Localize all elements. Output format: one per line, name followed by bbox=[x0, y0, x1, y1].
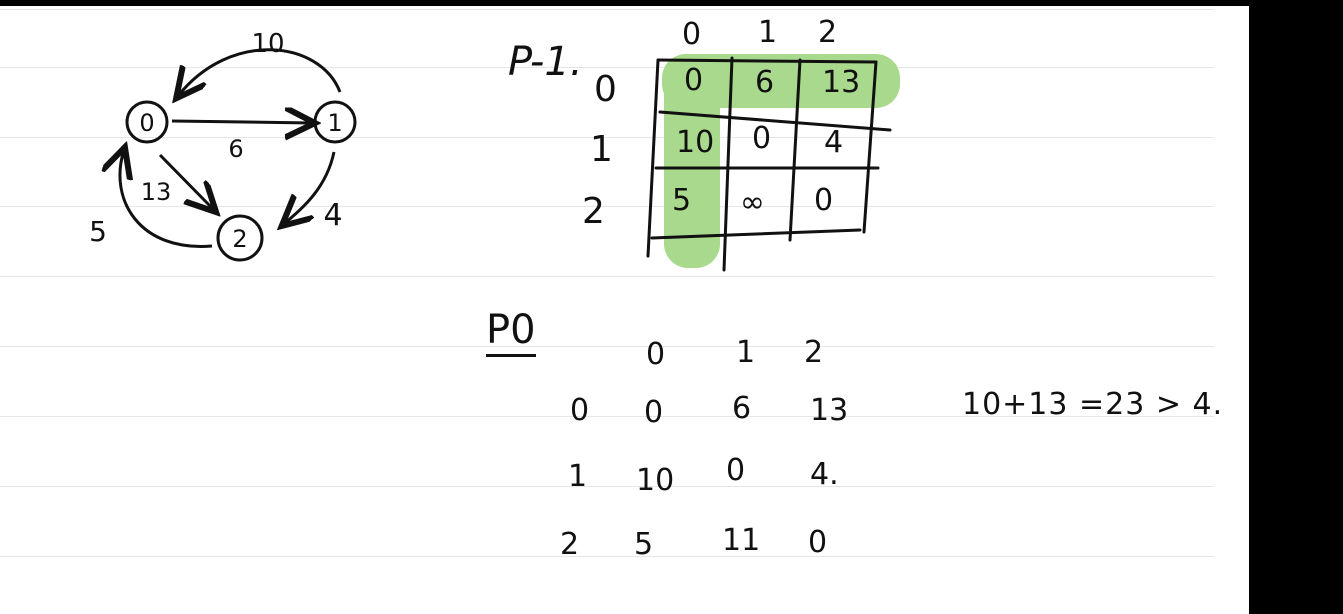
matrix-cell: 4 bbox=[824, 125, 844, 160]
row-header: 2 bbox=[560, 527, 580, 562]
matrix-cell: 0 bbox=[752, 121, 772, 156]
annotation-note: 10+13 =23 > 4. bbox=[962, 387, 1224, 422]
matrix-cell: 5 bbox=[634, 527, 654, 562]
column-header: 1 bbox=[736, 335, 756, 370]
row-header: 1 bbox=[568, 459, 588, 494]
matrix-cell: 10 bbox=[636, 463, 675, 498]
matrix-cell: 0 bbox=[684, 63, 704, 98]
matrix-title-text: P0 bbox=[486, 310, 536, 357]
matrix-cell: 5 bbox=[672, 183, 692, 218]
matrix-cell: ∞ bbox=[740, 185, 765, 220]
matrix-cell: 13 bbox=[810, 393, 849, 428]
matrix-cell: 4. bbox=[810, 457, 839, 492]
matrix-cell: 0 bbox=[808, 525, 828, 560]
matrix-cell: 10 bbox=[676, 125, 715, 160]
matrix-cell: 0 bbox=[726, 453, 746, 488]
matrix-cell: 6 bbox=[732, 391, 752, 426]
matrix-cell: 13 bbox=[822, 65, 861, 100]
matrix-cell: 0 bbox=[644, 395, 664, 430]
matrix-title-p0: P0 bbox=[486, 310, 536, 357]
p-minus1-grid bbox=[646, 56, 892, 272]
row-header: 0 bbox=[570, 393, 590, 428]
column-header: 0 bbox=[646, 337, 666, 372]
matrix-cell: 6 bbox=[755, 65, 775, 100]
screen: 0 1 2 10 6 13 4 5 P-1. 0 1 2 0 1 2 0 6 1… bbox=[0, 0, 1343, 614]
column-header: 2 bbox=[804, 335, 824, 370]
matrix-cell: 11 bbox=[722, 523, 761, 558]
matrix-cell: 0 bbox=[814, 183, 834, 218]
